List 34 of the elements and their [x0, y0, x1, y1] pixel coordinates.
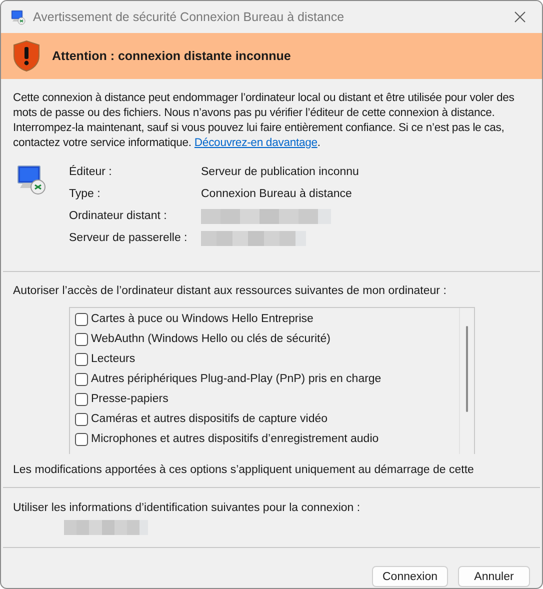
checkbox[interactable]: [75, 412, 88, 426]
warning-message: Cette connexion à distance peut endommager l’ordinateur local ou distant et être utilisée pour voler des mots de passe ou des fichiers. Nous n’avons pas pu vérifier l’éditeur de cette connexion à distance. Interrompez-la maintenant, sauf si vous pouvez lui faire entièrement confiance. Si ce n’est pas le cas, contactez votre service informatique. Découvrez-en davantage.: [13, 91, 516, 151]
checkbox[interactable]: [75, 332, 88, 346]
checkbox[interactable]: [75, 372, 88, 386]
connect-button[interactable]: Connexion: [372, 566, 448, 587]
checkbox[interactable]: [75, 312, 88, 326]
checkbox-label: Caméras et autres dispositifs de capture vidéo: [91, 412, 328, 426]
checkbox-label: Microphones et autres dispositifs d’enregistrement audio: [91, 432, 379, 446]
remote-computer-icon: [15, 163, 47, 195]
detail-value: Connexion Bureau à distance: [201, 187, 353, 202]
detail-label: Type :: [69, 187, 102, 202]
checkbox-label: Cartes à puce ou Windows Hello Entreprise: [91, 312, 314, 326]
learn-more-link[interactable]: Découvrez-en davantage: [194, 137, 318, 149]
checkbox[interactable]: [75, 352, 88, 366]
detail-label: Ordinateur distant :: [69, 209, 168, 224]
banner-title: Attention : connexion distante inconnue: [52, 49, 291, 63]
detail-label: Serveur de passerelle :: [69, 231, 188, 246]
permissions-label: Autoriser l’accès de l’ordinateur distant aux ressources suivantes de mon ordinateur :: [13, 284, 448, 299]
credentials-label: Utiliser les informations d’identification suivantes pour la connexion :: [13, 501, 362, 516]
cancel-button[interactable]: Annuler: [458, 566, 530, 587]
scrollbar-thumb[interactable]: [466, 326, 468, 412]
checkbox[interactable]: [75, 392, 88, 406]
warning-shield-icon: [13, 40, 40, 72]
window-title: Avertissement de sécurité Connexion Bureau à distance: [33, 10, 346, 24]
close-icon: [514, 11, 526, 23]
detail-label: Éditeur :: [69, 165, 113, 180]
permissions-note: Les modifications apportées à ces options s’appliquent uniquement au démarrage de cette: [13, 463, 475, 478]
checkbox-label: Lecteurs: [91, 352, 136, 366]
detail-value: Serveur de publication inconnu: [201, 165, 359, 180]
checkbox-label: WebAuthn (Windows Hello ou clés de sécurité): [91, 332, 330, 346]
checkbox-label: Autres périphériques Plug-and-Play (PnP) pris en charge: [91, 372, 382, 386]
checkbox-label: Presse-papiers: [91, 392, 168, 406]
checkbox[interactable]: [75, 432, 88, 446]
remote-desktop-icon: [10, 9, 26, 25]
